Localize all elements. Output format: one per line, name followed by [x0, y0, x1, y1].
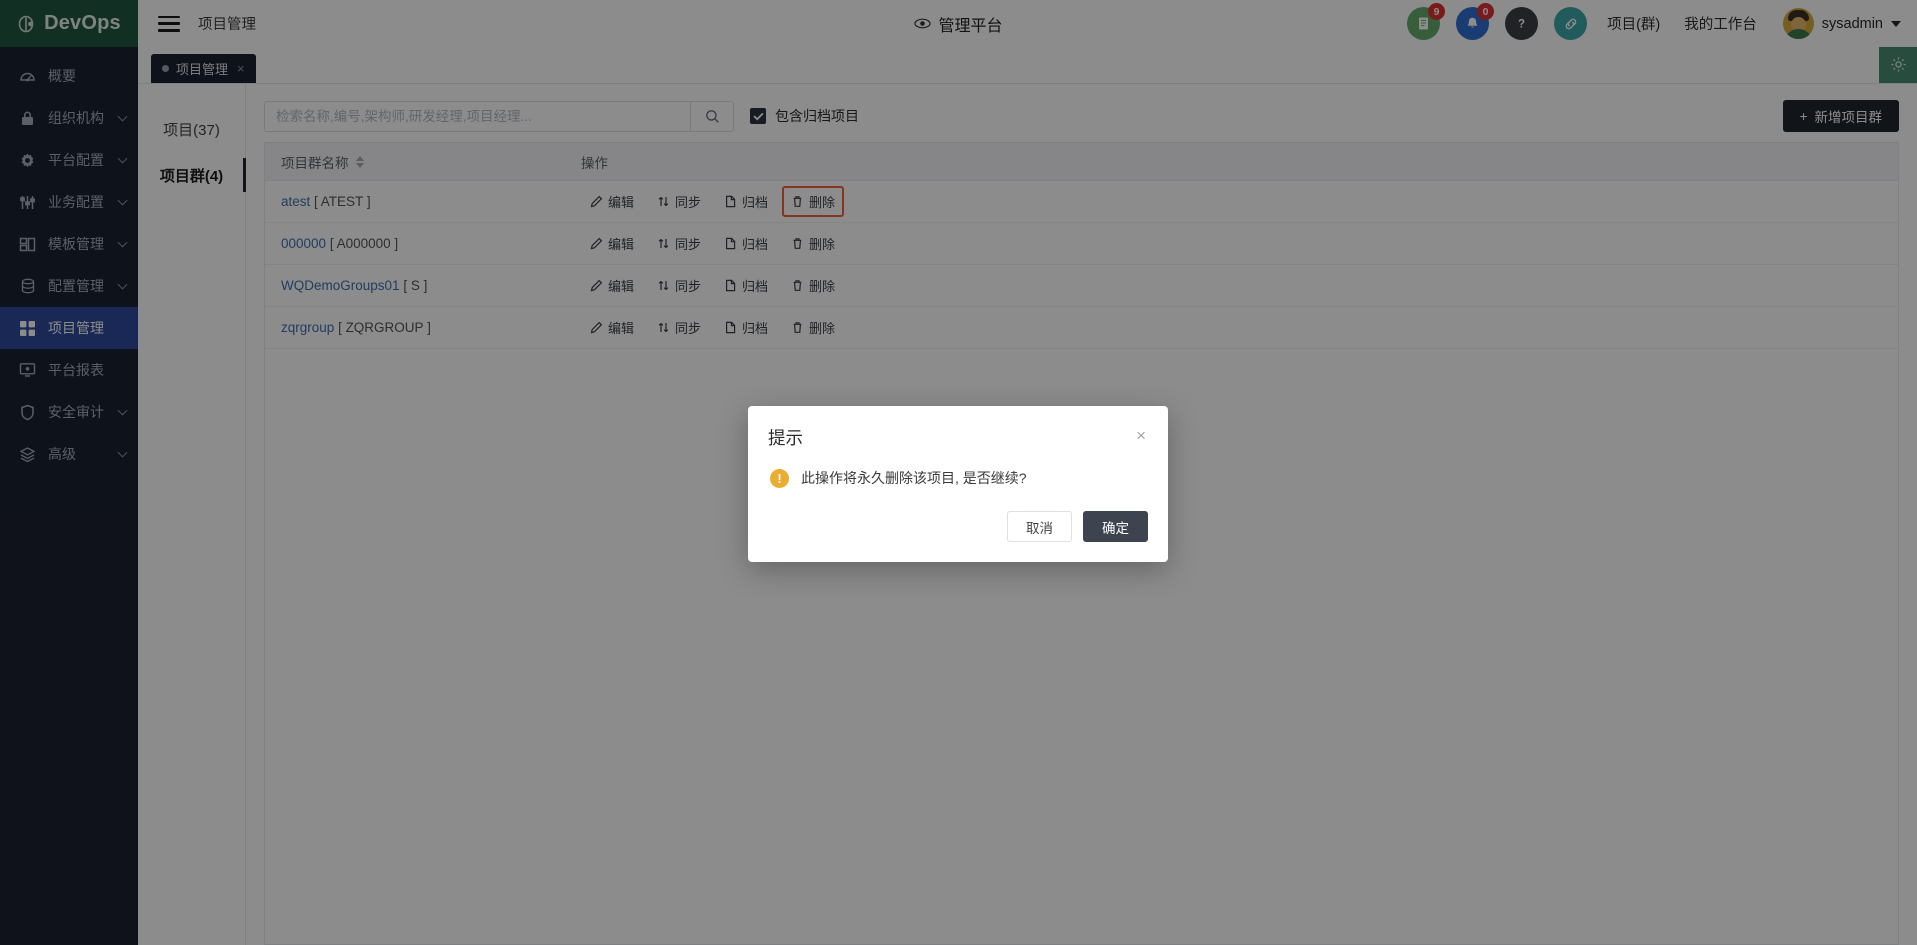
dialog-body: ! 此操作将永久删除该项目, 是否继续? [748, 450, 1168, 488]
cancel-button[interactable]: 取消 [1007, 511, 1072, 542]
confirm-button[interactable]: 确定 [1083, 511, 1148, 542]
dialog-message: 此操作将永久删除该项目, 是否继续? [801, 470, 1027, 486]
dialog-header: 提示 × [748, 406, 1168, 450]
application-window: DevOps 项目管理 管理平台 9 0 ? 项目(群) 我的工作台 sysad… [0, 0, 1917, 945]
close-icon[interactable]: × [1134, 425, 1148, 446]
dialog-title: 提示 [768, 428, 803, 448]
confirm-delete-dialog: 提示 × ! 此操作将永久删除该项目, 是否继续? 取消 确定 [748, 406, 1168, 562]
warning-icon: ! [770, 468, 789, 488]
dialog-footer: 取消 确定 [748, 488, 1168, 562]
